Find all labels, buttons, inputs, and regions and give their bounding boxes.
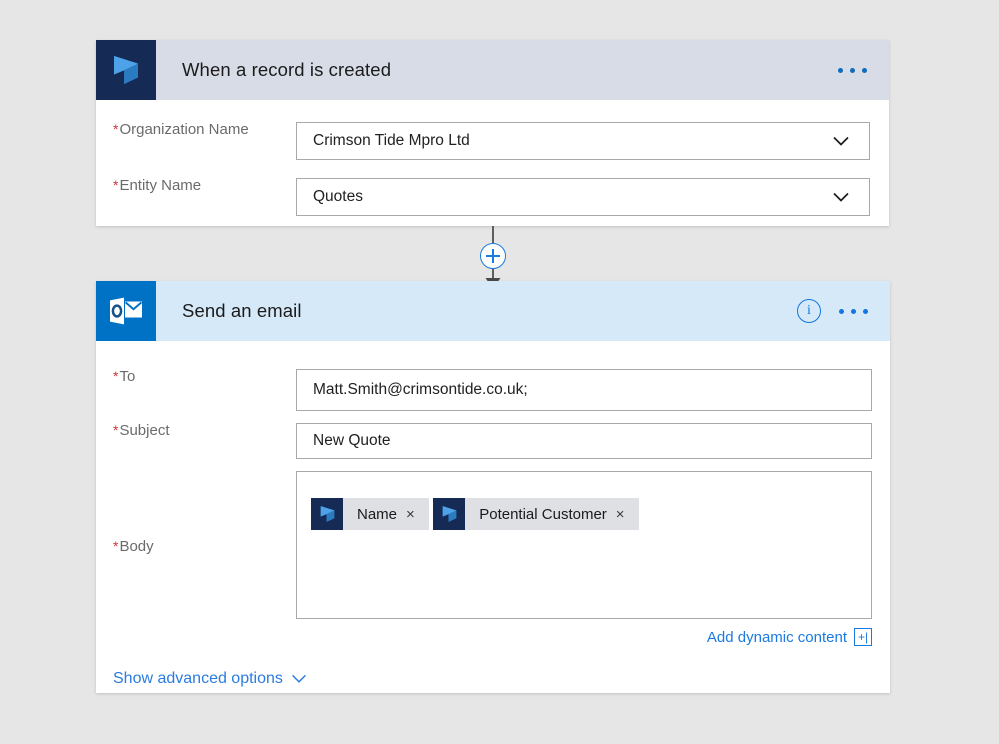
trigger-ellipsis-menu-icon[interactable] [838, 67, 867, 73]
chevron-down-icon [833, 136, 849, 146]
trigger-card-body: *Organization Name Crimson Tide Mpro Ltd… [96, 122, 889, 216]
field-row-body: *Body Name × Potential Customer × Add dy… [96, 471, 890, 646]
subject-value: New Quote [313, 432, 391, 449]
action-card-title: Send an email [182, 300, 302, 321]
token-label: Name [357, 505, 398, 523]
trigger-card-title: When a record is created [182, 59, 392, 80]
add-dynamic-content-badge: +| [854, 628, 872, 646]
entity-name-value: Quotes [313, 188, 363, 205]
info-icon[interactable]: i [797, 299, 821, 323]
organization-name-label: *Organization Name [113, 121, 249, 138]
body-editor[interactable]: Name × Potential Customer × [296, 471, 872, 619]
required-asterisk: * [113, 177, 119, 193]
entity-name-label: *Entity Name [113, 177, 202, 194]
subject-label: *Subject [113, 422, 170, 439]
dynamics-365-icon [433, 498, 466, 530]
remove-token-icon[interactable]: × [614, 507, 639, 522]
add-step-button[interactable] [480, 243, 506, 269]
add-dynamic-content-label: Add dynamic content [706, 628, 847, 646]
field-row-entity-name: *Entity Name Quotes [96, 178, 889, 216]
required-asterisk: * [113, 538, 119, 554]
field-row-organization-name: *Organization Name Crimson Tide Mpro Ltd [96, 122, 889, 160]
body-label: *Body [113, 538, 154, 555]
dynamic-token-name[interactable]: Name × [311, 498, 429, 530]
chevron-down-icon [291, 674, 306, 683]
action-card-actions: i [797, 281, 890, 341]
add-dynamic-content-button[interactable]: Add dynamic content +| [296, 628, 872, 646]
action-card: Send an email i *To Matt.Smith@crimsonti… [96, 281, 890, 693]
dynamics-365-icon [311, 498, 343, 530]
subject-input[interactable]: New Quote [296, 423, 872, 459]
action-card-body: *To Matt.Smith@crimsontide.co.uk; *Subje… [96, 369, 890, 688]
organization-name-dropdown[interactable]: Crimson Tide Mpro Ltd [296, 122, 870, 160]
dynamics-365-icon [96, 40, 156, 100]
organization-name-value: Crimson Tide Mpro Ltd [313, 132, 470, 149]
dynamic-token-potential-customer[interactable]: Potential Customer × [433, 498, 639, 530]
required-asterisk: * [113, 422, 119, 438]
token-label: Potential Customer [479, 505, 607, 523]
chevron-down-icon [833, 192, 849, 202]
action-card-header[interactable]: Send an email i [96, 281, 890, 341]
flow-designer-canvas: When a record is created *Organization N… [0, 0, 999, 744]
remove-token-icon[interactable]: × [404, 507, 429, 522]
entity-name-dropdown[interactable]: Quotes [296, 178, 870, 216]
field-row-subject: *Subject New Quote [96, 423, 890, 459]
show-advanced-options-label: Show advanced options [113, 670, 283, 687]
field-row-to: *To Matt.Smith@crimsontide.co.uk; [96, 369, 890, 411]
to-input[interactable]: Matt.Smith@crimsontide.co.uk; [296, 369, 872, 411]
show-advanced-options-button[interactable]: Show advanced options [113, 670, 307, 688]
trigger-card-header[interactable]: When a record is created [96, 40, 889, 100]
to-label: *To [113, 368, 136, 385]
trigger-card: When a record is created *Organization N… [96, 40, 889, 226]
required-asterisk: * [113, 368, 119, 384]
required-asterisk: * [113, 121, 119, 137]
to-value: Matt.Smith@crimsontide.co.uk; [313, 381, 528, 398]
action-ellipsis-menu-icon[interactable] [839, 308, 868, 314]
trigger-card-actions [838, 40, 889, 100]
outlook-icon [96, 281, 156, 341]
connector-line [492, 226, 494, 243]
